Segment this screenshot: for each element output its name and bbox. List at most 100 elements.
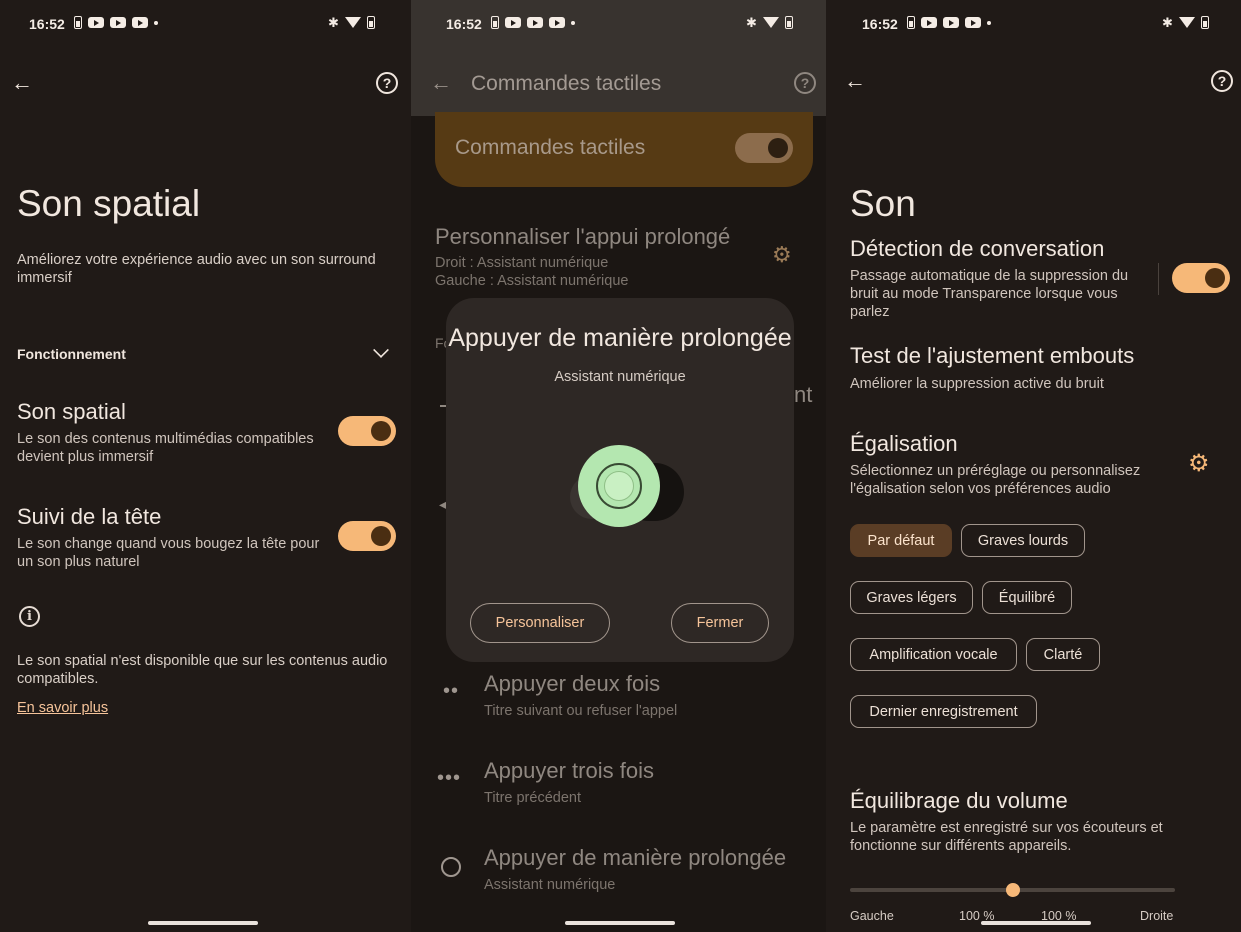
- conversation-detection-toggle[interactable]: [1172, 263, 1230, 293]
- preset-chip-last-saved[interactable]: Dernier enregistrement: [850, 695, 1037, 728]
- more-notifications-icon: [571, 20, 575, 25]
- long-press-subtitle: Assistant numérique: [484, 877, 616, 893]
- conversation-detection-subtitle: Passage automatique de la suppression du…: [850, 268, 1129, 320]
- help-icon: ?: [376, 72, 398, 94]
- status-time: 16:52: [446, 16, 482, 32]
- divider: [1158, 263, 1159, 295]
- help-icon: ?: [794, 72, 816, 94]
- preset-chip-default[interactable]: Par défaut: [850, 524, 952, 557]
- more-notifications-icon: [987, 20, 991, 25]
- help-button[interactable]: ?: [373, 69, 401, 97]
- customize-long-press-title[interactable]: Personnaliser l'appui prolongé: [435, 224, 730, 250]
- gesture-bar[interactable]: [565, 921, 675, 925]
- head-tracking-toggle[interactable]: [338, 521, 396, 551]
- balance-right-label: Droite: [1140, 909, 1174, 923]
- long-press-title[interactable]: Appuyer de manière prolongée: [484, 845, 786, 871]
- touch-controls-screen: 16:52 ✱ ← Commandes tactiles ? Commandes…: [411, 0, 826, 932]
- sound-settings-screen: 16:52 ✱ ← ? Son Détection de conversatio…: [826, 0, 1241, 932]
- gesture-bar[interactable]: [981, 921, 1091, 925]
- dialog-subtitle: Assistant numérique: [554, 369, 686, 385]
- long-press-dialog: Appuyer de manière prolongée Assistant n…: [446, 298, 794, 662]
- info-icon: i: [19, 606, 40, 627]
- touch-controls-banner: Commandes tactiles: [435, 112, 813, 187]
- wifi-icon: [762, 17, 779, 28]
- earbud-illustration: [570, 445, 686, 535]
- preset-chip-clarity[interactable]: Clarté: [1026, 638, 1100, 671]
- touch-controls-banner-label: Commandes tactiles: [455, 136, 646, 159]
- equalizer-gear-icon[interactable]: ⚙: [1188, 449, 1210, 478]
- youtube-icon: [943, 17, 959, 28]
- customize-button[interactable]: Personnaliser: [470, 603, 610, 643]
- gear-icon[interactable]: ⚙: [772, 242, 792, 268]
- status-time: 16:52: [29, 16, 65, 32]
- status-bar: 16:52 ✱: [0, 10, 411, 36]
- wifi-icon: [344, 17, 361, 28]
- fit-test-subtitle: Améliorer la suppression active du bruit: [850, 376, 1104, 392]
- youtube-icon: [88, 17, 104, 28]
- triple-tap-icon: •••: [437, 767, 462, 789]
- youtube-icon: [549, 17, 565, 28]
- fit-test-title[interactable]: Test de l'ajustement embouts: [850, 343, 1134, 369]
- chevron-down-icon[interactable]: [373, 342, 389, 358]
- battery-icon: [1200, 16, 1209, 29]
- status-bar: 16:52 ✱: [826, 10, 1241, 36]
- availability-note: Le son spatial n'est disponible que sur …: [17, 653, 388, 687]
- preset-chip-vocal-boost[interactable]: Amplification vocale: [850, 638, 1017, 671]
- help-button[interactable]: ?: [1208, 67, 1236, 95]
- volume-balance-subtitle: Le paramètre est enregistré sur vos écou…: [850, 820, 1163, 854]
- status-bar: 16:52 ✱: [411, 10, 826, 36]
- bluetooth-icon: ✱: [746, 15, 757, 30]
- page-description: Améliorez votre expérience audio avec un…: [17, 252, 376, 286]
- youtube-icon: [921, 17, 937, 28]
- system-icons: ✱: [1162, 16, 1209, 29]
- youtube-icon: [965, 17, 981, 28]
- help-button[interactable]: ?: [791, 69, 819, 97]
- battery-saver-icon: [74, 16, 82, 29]
- head-tracking-subtitle: Le son change quand vous bougez la tête …: [17, 536, 320, 570]
- notification-icons: [491, 16, 575, 29]
- conversation-detection-title: Détection de conversation: [850, 236, 1105, 261]
- learn-more-link[interactable]: En savoir plus: [17, 700, 108, 716]
- triple-tap-title[interactable]: Appuyer trois fois: [484, 758, 654, 784]
- gesture-bar[interactable]: [148, 921, 258, 925]
- battery-icon: [784, 16, 793, 29]
- close-button[interactable]: Fermer: [671, 603, 769, 643]
- battery-icon: [366, 16, 375, 29]
- battery-saver-icon: [907, 16, 915, 29]
- list-item-peek: nt: [794, 382, 813, 407]
- customize-left-value: Gauche : Assistant numérique: [435, 273, 629, 289]
- help-icon: ?: [1211, 70, 1233, 92]
- preset-chip-balanced[interactable]: Équilibré: [982, 581, 1072, 614]
- spatial-audio-subtitle: Le son des contenus multimédias compatib…: [17, 431, 314, 465]
- app-bar-title: Commandes tactiles: [471, 72, 662, 95]
- page-title: Son spatial: [17, 183, 201, 224]
- notification-icons: [907, 16, 991, 29]
- more-notifications-icon: [154, 20, 158, 25]
- equalizer-title: Égalisation: [850, 431, 958, 456]
- preset-chip-heavy-bass[interactable]: Graves lourds: [961, 524, 1085, 557]
- notification-icons: [74, 16, 158, 29]
- dialog-title: Appuyer de manière prolongée: [448, 324, 792, 352]
- system-icons: ✱: [746, 16, 793, 29]
- equalizer-subtitle: Sélectionnez un préréglage ou personnali…: [850, 463, 1141, 497]
- touch-controls-toggle[interactable]: [735, 133, 793, 163]
- volume-balance-thumb[interactable]: [1005, 883, 1020, 897]
- balance-left-label: Gauche: [850, 909, 894, 923]
- double-tap-title[interactable]: Appuyer deux fois: [484, 671, 660, 697]
- head-tracking-title: Suivi de la tête: [17, 504, 162, 529]
- back-arrow-icon[interactable]: ←: [841, 67, 869, 95]
- triple-tap-subtitle: Titre précédent: [484, 790, 581, 806]
- status-time: 16:52: [862, 16, 898, 32]
- back-arrow-icon[interactable]: ←: [427, 69, 455, 97]
- back-arrow-icon[interactable]: ←: [8, 69, 36, 97]
- youtube-icon: [505, 17, 521, 28]
- spatial-audio-toggle[interactable]: [338, 416, 396, 446]
- long-press-radio-icon[interactable]: [441, 857, 461, 877]
- section-header-operation[interactable]: Fonctionnement: [17, 346, 126, 362]
- preset-chip-light-bass[interactable]: Graves légers: [850, 581, 973, 614]
- youtube-icon: [527, 17, 543, 28]
- double-tap-subtitle: Titre suivant ou refuser l'appel: [484, 703, 678, 719]
- youtube-icon: [110, 17, 126, 28]
- spatial-audio-screen: 16:52 ✱ ← ? Son spatial Améliorez votre …: [0, 0, 411, 932]
- page-title: Son: [850, 183, 916, 224]
